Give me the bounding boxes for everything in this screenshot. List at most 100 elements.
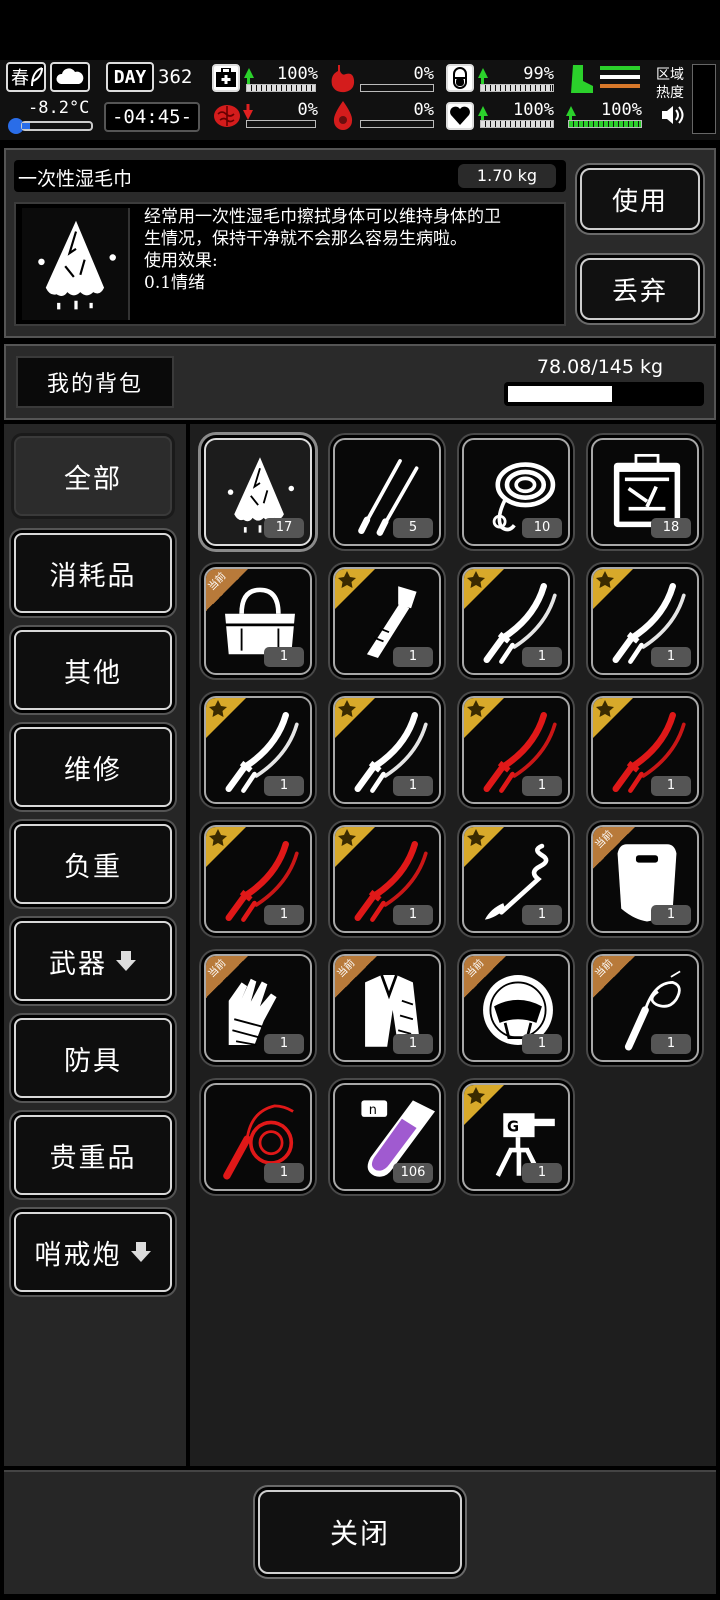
category-label: 防具 (64, 1045, 122, 1077)
inventory-slot[interactable]: G1 (462, 1083, 570, 1191)
equipped-label: 当前 (206, 570, 229, 593)
inventory-slot[interactable]: 1 (333, 696, 441, 804)
inventory-slot[interactable]: 17 (204, 438, 312, 546)
inventory-slot[interactable]: 当前 1 (591, 825, 699, 933)
inventory-slot[interactable]: 当前 1 (462, 954, 570, 1062)
region-heat-label: 区域 热度 (656, 67, 684, 101)
inventory-slot[interactable]: 5 (333, 438, 441, 546)
inventory-slot[interactable]: 1 (591, 567, 699, 675)
description-line: 0.1情绪 (144, 273, 206, 293)
heart-icon (450, 106, 470, 125)
item-count: 1 (651, 905, 691, 925)
equipped-label: 当前 (593, 957, 616, 980)
brain-icon (214, 105, 240, 127)
star-badge-icon (206, 698, 246, 738)
item-count: 1 (393, 905, 433, 925)
inventory-slot[interactable]: 1 (462, 825, 570, 933)
inventory-slot[interactable]: 当前 1 (333, 954, 441, 1062)
category-tab[interactable]: 负重 (14, 824, 172, 904)
item-count: 17 (264, 518, 304, 538)
blood-drop-icon (333, 101, 353, 130)
equipped-badge: 当前 (593, 956, 637, 1000)
inventory-slot[interactable]: 1 (204, 825, 312, 933)
category-tab[interactable]: 武器 (14, 921, 172, 1001)
capsule-bar (480, 84, 554, 92)
inventory-slot[interactable]: 当前 1 (591, 954, 699, 1062)
star-badge-icon (593, 569, 633, 609)
item-count: 1 (651, 1034, 691, 1054)
inventory-slot[interactable]: 当前 1 (204, 954, 312, 1062)
category-tab[interactable]: 消耗品 (14, 533, 172, 613)
item-count: 1 (522, 1163, 562, 1183)
star-badge-icon (464, 698, 504, 738)
category-tab[interactable]: 防具 (14, 1018, 172, 1098)
capsule-icon (453, 67, 467, 89)
inventory-slot[interactable]: 10 (462, 438, 570, 546)
backpack-title: 我的背包 (46, 372, 143, 397)
backpack-capacity: 78.08/145 kg (536, 356, 664, 378)
category-tab[interactable]: 其他 (14, 630, 172, 710)
capsule-value: 99% (523, 64, 554, 84)
feather-icon (31, 67, 43, 87)
item-count: 1 (522, 647, 562, 667)
inventory-slot[interactable]: 18 (591, 438, 699, 546)
equipped-label: 当前 (464, 957, 487, 980)
health-value: 100% (277, 64, 318, 84)
item-count: 1 (393, 647, 433, 667)
inventory-slot[interactable]: 1 (591, 696, 699, 804)
discard-button[interactable]: 丢弃 (580, 258, 700, 320)
item-name-bar: 一次性湿毛巾 1.70 kg (14, 160, 566, 192)
star-badge-icon (464, 1085, 504, 1125)
category-tab[interactable]: 维修 (14, 727, 172, 807)
stomach-value: 0% (413, 64, 434, 84)
item-count: 1 (264, 1034, 304, 1054)
health-bar (246, 84, 316, 92)
inventory-slot[interactable]: 1 (204, 696, 312, 804)
item-count: 1 (264, 1163, 304, 1183)
health-indicator (212, 64, 240, 92)
use-button[interactable]: 使用 (580, 168, 700, 230)
brain-bar (246, 120, 316, 128)
thermometer-icon (8, 118, 93, 134)
star-badge-icon (206, 827, 246, 867)
inventory-slot[interactable]: 1 (462, 696, 570, 804)
season-indicator: 春 (6, 62, 46, 92)
inventory-slot[interactable]: n 106 (333, 1083, 441, 1191)
star-badge-icon (593, 698, 633, 738)
category-tab[interactable]: 哨戒炮 (14, 1212, 172, 1292)
blood-bar (360, 120, 434, 128)
svg-text:G: G (507, 1119, 519, 1136)
item-count: 1 (264, 647, 304, 667)
close-button[interactable]: 关闭 (258, 1490, 462, 1574)
blood-value: 0% (413, 100, 434, 120)
inventory-slot[interactable]: 当前 1 (204, 567, 312, 675)
item-count: 1 (522, 1034, 562, 1054)
heart-indicator (446, 102, 474, 130)
medkit-icon (216, 68, 236, 87)
temperature-value: -8.2°C (28, 98, 90, 118)
category-label: 武器 (49, 948, 107, 980)
svg-text:n: n (369, 1103, 377, 1118)
category-label: 全部 (64, 463, 122, 495)
inventory-slot[interactable]: 1 (333, 567, 441, 675)
item-preview (22, 208, 130, 320)
category-tab[interactable]: 全部 (14, 436, 172, 516)
item-count: 18 (651, 518, 691, 538)
item-count: 106 (393, 1163, 433, 1183)
equipped-badge: 当前 (206, 956, 250, 1000)
speaker-icon[interactable] (660, 104, 686, 126)
item-count: 1 (522, 905, 562, 925)
heart-value: 100% (513, 100, 554, 120)
category-label: 其他 (64, 657, 122, 689)
inventory-slot[interactable]: 1 (204, 1083, 312, 1191)
item-weight: 1.70 kg (458, 164, 556, 188)
inventory-slot[interactable]: 1 (333, 825, 441, 933)
cloud-icon (56, 68, 84, 84)
category-tab[interactable]: 贵重品 (14, 1115, 172, 1195)
day-number: 362 (158, 66, 193, 88)
inventory-slot[interactable]: 1 (462, 567, 570, 675)
backpack-capacity-bar (504, 382, 704, 406)
item-count: 10 (522, 518, 562, 538)
star-badge-icon (335, 698, 375, 738)
category-label: 哨戒炮 (34, 1239, 122, 1271)
